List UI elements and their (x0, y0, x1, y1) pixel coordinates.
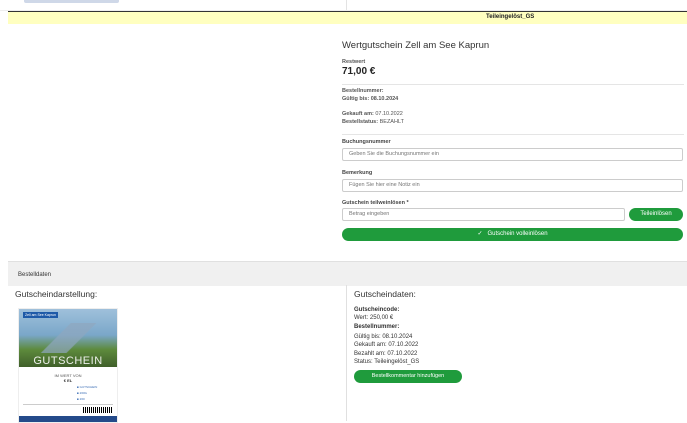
bemerkung-input[interactable] (342, 179, 683, 192)
gekauft-row: Gekauft am: 07.10.2022 (342, 111, 403, 117)
gutschein-status: Status: Teileingelöst_GS (354, 359, 420, 365)
restwert-price: 71,00 € (342, 66, 376, 77)
bestelldaten-section-bar: Bestelldaten (8, 261, 687, 286)
bestellstatus-label: Bestellstatus: (342, 119, 379, 125)
voucher-mountains (19, 323, 117, 353)
gutscheincode-label: Gutscheincode: (354, 307, 400, 313)
voucher-footer (19, 416, 117, 422)
divider (342, 84, 684, 85)
bestellstatus-row: Bestellstatus: BEZAHLT (342, 119, 404, 125)
voucher-line: ■ 260G (77, 391, 87, 395)
restwert-label: Restwert (342, 59, 366, 65)
product-title: Wertgutschein Zell am See Kaprun (342, 40, 490, 51)
volleinloesen-button[interactable]: ✓ Gutschein volleinlösen (342, 228, 683, 241)
voucher-preview-image: Zell am See Kaprun GUTSCHEIN IM WERT VON… (18, 308, 118, 423)
gekauft-value: 07.10.2022 (375, 111, 403, 117)
bestellkommentar-button[interactable]: Bestellkommentar hinzufügen (354, 370, 462, 383)
voucher-line: ■ 260 (77, 397, 85, 401)
check-icon: ✓ (477, 231, 483, 237)
teileinloesen-button[interactable]: Teileinlösen (629, 208, 683, 221)
top-button-stub[interactable] (24, 0, 119, 3)
voucher-logo: Zell am See Kaprun (23, 312, 58, 318)
gutscheindaten-heading: Gutscheindaten: (354, 289, 416, 299)
teilweise-label: Gutschein teilweinlösen * (342, 200, 409, 206)
status-banner-text: Teileingelöst_GS (486, 14, 535, 20)
bestellstatus-value: BEZAHLT (379, 119, 404, 125)
voucher-line: ■ GUTSCHEIN (77, 385, 98, 389)
gutscheindarstellung-heading: Gutscheindarstellung: (15, 289, 98, 299)
betrag-input[interactable] (342, 208, 625, 221)
buchungsnummer-input[interactable] (342, 148, 683, 161)
volleinloesen-label: Gutschein volleinlösen (487, 231, 548, 237)
gutschein-gekauft: Gekauft am: 07.10.2022 (354, 342, 419, 348)
gutschein-gueltig: Gültig bis: 08.10.2024 (354, 334, 413, 340)
column-divider (346, 285, 347, 421)
buchungsnummer-label: Buchungsnummer (342, 139, 391, 145)
divider (342, 134, 684, 135)
gueltig-bis: Gültig bis: 08.10.2024 (342, 96, 399, 102)
status-banner: Teileingelöst_GS (8, 11, 687, 24)
barcode-icon (83, 407, 113, 413)
top-bar (0, 0, 687, 11)
gekauft-label: Gekauft am: (342, 111, 374, 117)
top-divider (346, 0, 347, 10)
voucher-detail-panel: Wertgutschein Zell am See Kaprun Restwer… (342, 40, 684, 77)
gutschein-bestellnummer: Bestellnummer: (354, 324, 400, 330)
voucher-big-text: GUTSCHEIN (33, 355, 103, 367)
bemerkung-label: Bemerkung (342, 170, 373, 176)
voucher-currency: € EL (63, 378, 73, 383)
gutschein-wert: Wert: 250,00 € (354, 315, 394, 321)
gutschein-bezahlt: Bezahlt am: 07.10.2022 (354, 351, 418, 357)
section-title: Bestelldaten (18, 272, 52, 278)
bestellnummer-label: Bestellnummer: (342, 88, 384, 94)
